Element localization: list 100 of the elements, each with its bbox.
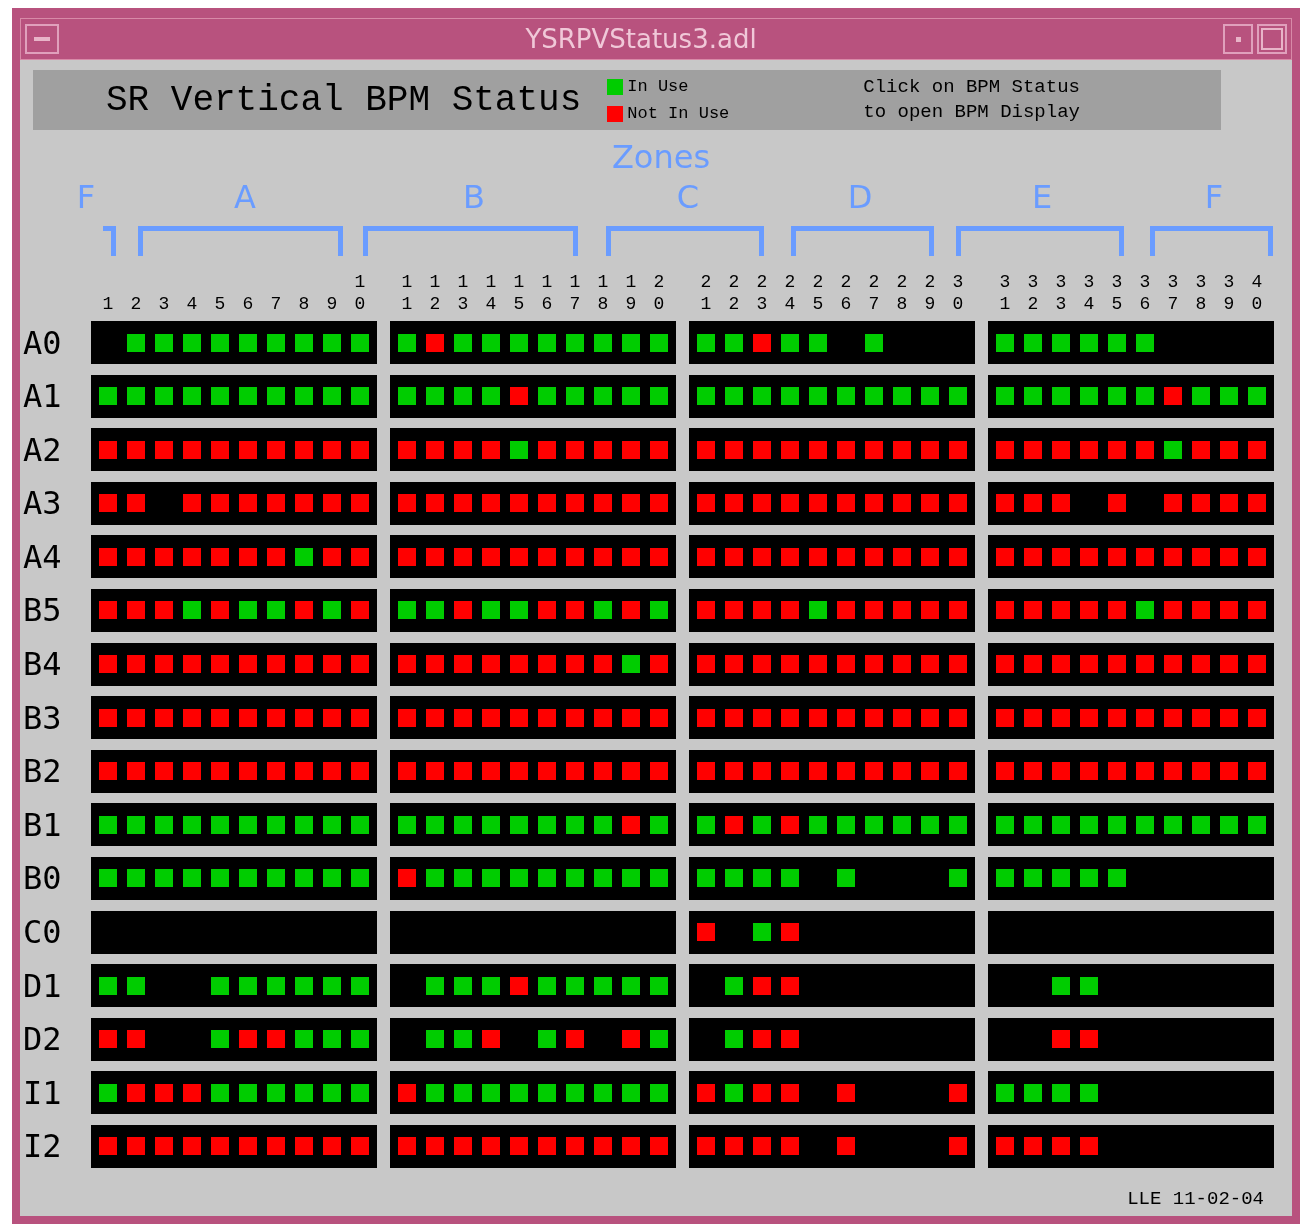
status-strip[interactable] (390, 1071, 676, 1115)
status-strip[interactable] (689, 856, 975, 900)
zone-label: C (676, 178, 700, 216)
sector-number: 25 (812, 271, 824, 315)
status-strip[interactable] (988, 374, 1274, 418)
status-strip[interactable] (689, 374, 975, 418)
status-strip[interactable] (390, 1124, 676, 1168)
panel-title: SR Vertical BPM Status (106, 79, 582, 121)
sector-number: 5 (214, 293, 226, 315)
maximize-button[interactable] (1257, 24, 1287, 54)
status-strip[interactable] (390, 321, 676, 364)
sector-number: 1 (102, 293, 114, 315)
status-strip[interactable] (91, 856, 377, 900)
hint-text: to open BPM Display (863, 100, 1080, 125)
sector-number: 24 (784, 271, 796, 315)
sector-number: 33 (1055, 271, 1067, 315)
row-label: B2 (23, 752, 63, 791)
status-strip[interactable] (988, 964, 1274, 1008)
sector-number: 26 (840, 271, 852, 315)
status-strip[interactable] (390, 642, 676, 686)
row-label: D2 (23, 1020, 63, 1059)
sector-number: 18 (597, 271, 609, 315)
status-strip[interactable] (689, 803, 975, 847)
status-strip[interactable] (91, 910, 377, 954)
status-strip[interactable] (988, 321, 1274, 364)
sector-number: 28 (896, 271, 908, 315)
sector-number: 12 (429, 271, 441, 315)
sector-number: 27 (868, 271, 880, 315)
status-strip[interactable] (689, 964, 975, 1008)
status-strip[interactable] (390, 749, 676, 793)
status-strip[interactable] (390, 588, 676, 632)
status-strip[interactable] (689, 535, 975, 579)
status-strip[interactable] (689, 428, 975, 472)
status-strip[interactable] (390, 803, 676, 847)
status-strip[interactable] (390, 964, 676, 1008)
status-strip[interactable] (91, 964, 377, 1008)
status-strip[interactable] (91, 481, 377, 525)
row-label: A3 (23, 484, 63, 523)
status-strip[interactable] (988, 642, 1274, 686)
status-strip[interactable] (390, 696, 676, 740)
status-strip[interactable] (91, 803, 377, 847)
sector-number: 35 (1111, 271, 1123, 315)
status-strip[interactable] (988, 910, 1274, 954)
status-strip[interactable] (988, 1017, 1274, 1061)
status-strip[interactable] (91, 696, 377, 740)
sector-number: 39 (1223, 271, 1235, 315)
status-strip[interactable] (988, 588, 1274, 632)
sector-number: 13 (457, 271, 469, 315)
status-strip[interactable] (91, 1017, 377, 1061)
status-strip[interactable] (689, 749, 975, 793)
status-strip[interactable] (988, 481, 1274, 525)
status-strip[interactable] (91, 642, 377, 686)
status-strip[interactable] (988, 1071, 1274, 1115)
zone-label: E (1031, 178, 1053, 216)
status-strip[interactable] (988, 428, 1274, 472)
status-strip[interactable] (689, 696, 975, 740)
status-strip[interactable] (91, 749, 377, 793)
sector-number: 34 (1083, 271, 1095, 315)
status-strip[interactable] (91, 321, 377, 364)
status-strip[interactable] (390, 374, 676, 418)
zone-label: F (1204, 178, 1224, 216)
sector-number: 17 (569, 271, 581, 315)
status-strip[interactable] (91, 588, 377, 632)
status-strip[interactable] (91, 1071, 377, 1115)
sector-number: 8 (298, 293, 310, 315)
status-strip[interactable] (689, 1124, 975, 1168)
status-strip[interactable] (988, 856, 1274, 900)
status-strip[interactable] (390, 428, 676, 472)
status-strip[interactable] (988, 803, 1274, 847)
status-strip[interactable] (689, 1071, 975, 1115)
sector-number: 38 (1195, 271, 1207, 315)
status-strip[interactable] (689, 321, 975, 364)
status-strip[interactable] (91, 1124, 377, 1168)
status-strip[interactable] (988, 696, 1274, 740)
status-strip[interactable] (689, 910, 975, 954)
sector-number: 9 (326, 293, 338, 315)
status-strip[interactable] (689, 1017, 975, 1061)
window-menu-button[interactable] (25, 24, 59, 54)
status-strip[interactable] (390, 1017, 676, 1061)
status-strip[interactable] (689, 588, 975, 632)
legend-label: In Use (627, 77, 689, 96)
sector-number: 14 (485, 271, 497, 315)
sector-number: 37 (1167, 271, 1179, 315)
sector-number: 11 (401, 271, 413, 315)
status-strip[interactable] (91, 535, 377, 579)
status-strip[interactable] (91, 374, 377, 418)
status-strip[interactable] (390, 910, 676, 954)
status-strip[interactable] (988, 1124, 1274, 1168)
sector-number: 2 (130, 293, 142, 315)
minimize-button[interactable] (1223, 24, 1253, 54)
status-strip[interactable] (390, 481, 676, 525)
status-strip[interactable] (390, 535, 676, 579)
status-strip[interactable] (91, 428, 377, 472)
status-strip[interactable] (390, 856, 676, 900)
row-label: B3 (23, 698, 63, 737)
status-strip[interactable] (689, 481, 975, 525)
status-strip[interactable] (988, 535, 1274, 579)
status-strip[interactable] (689, 642, 975, 686)
sector-number: 15 (513, 271, 525, 315)
status-strip[interactable] (988, 749, 1274, 793)
